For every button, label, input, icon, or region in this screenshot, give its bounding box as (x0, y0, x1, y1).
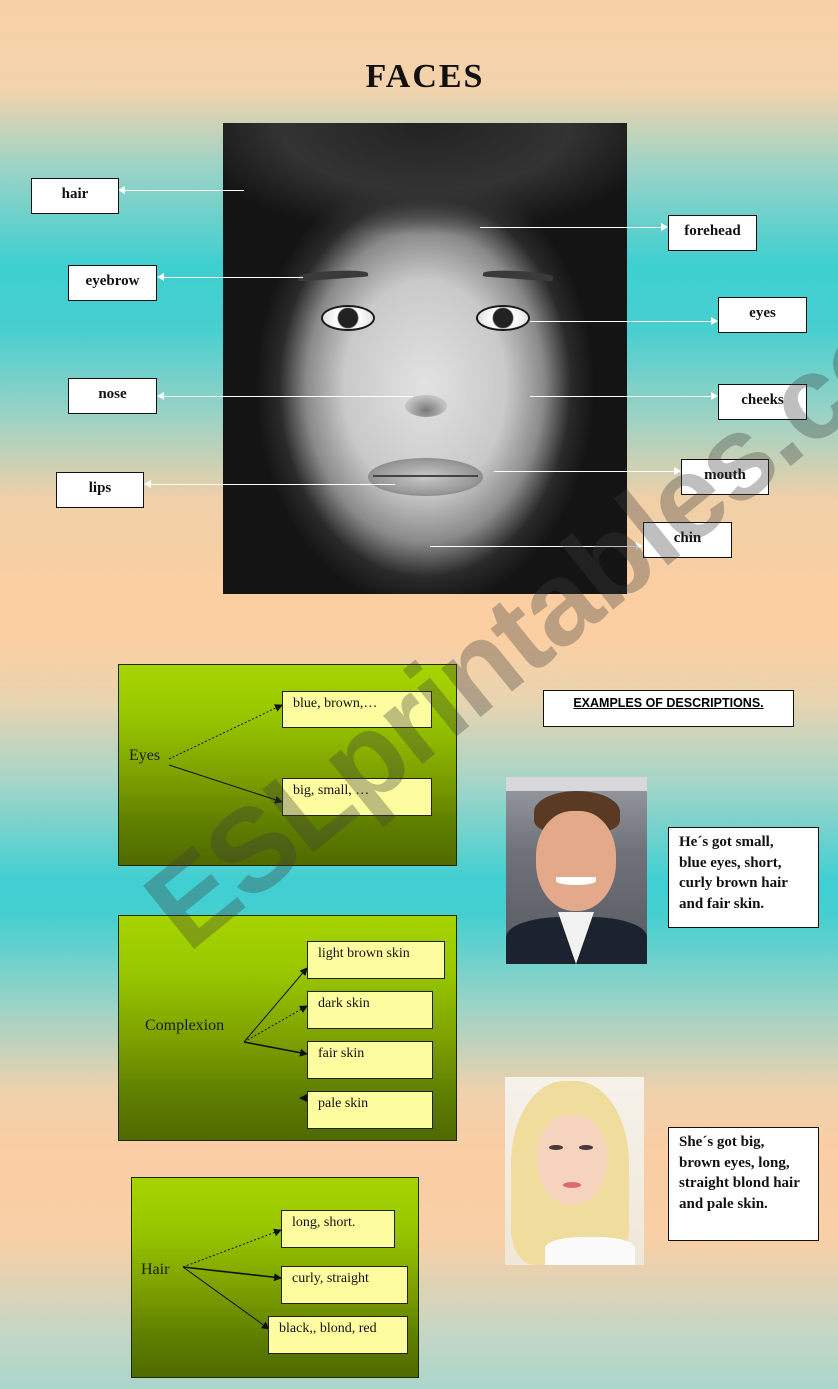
man-photo (506, 777, 647, 964)
label-mouth: mouth (681, 459, 769, 495)
complexion-option: light brown skin (307, 941, 445, 979)
pointer-hair (124, 190, 244, 191)
arrow-eyes-color (168, 704, 283, 760)
arrow-texture (182, 1266, 282, 1282)
woman-description-line: brown eyes, long, (679, 1154, 790, 1171)
man-description-line: and fair skin. (679, 895, 765, 912)
arrow-eyes-size (168, 764, 283, 804)
page-title: FACES (365, 58, 485, 95)
label-lips: lips (56, 472, 144, 508)
man-description: He´s got small, blue eyes, short, curly … (668, 827, 819, 928)
woman-lips (563, 1182, 581, 1188)
arrow-eyebrow-icon (157, 273, 164, 281)
complexion-option: pale skin (307, 1091, 433, 1129)
arrow-pale-icon (299, 1094, 307, 1102)
eyes-option: blue, brown,… (282, 691, 432, 728)
man-photo-backdrop-sign (506, 777, 647, 791)
arrow-chin-icon (636, 542, 643, 550)
photo-nose (405, 395, 447, 417)
arrow-lips-icon (144, 480, 151, 488)
arrow-color (182, 1266, 270, 1330)
pointer-nose (163, 396, 413, 397)
pointer-lips (150, 484, 395, 485)
pointer-chin (430, 546, 637, 547)
photo-right-eye (476, 305, 530, 331)
woman-description-line: and pale skin. (679, 1195, 768, 1212)
pointer-mouth (494, 471, 675, 472)
man-description-line: blue eyes, short, (679, 854, 782, 871)
arrow-hair-icon (118, 186, 125, 194)
eyes-diagram: Eyes blue, brown,… big, small, … (118, 664, 457, 866)
photo-left-eye (321, 305, 375, 331)
woman-description: She´s got big, brown eyes, long, straigh… (668, 1127, 819, 1241)
complexion-option: dark skin (307, 991, 433, 1029)
examples-heading: EXAMPLES OF DESCRIPTIONS. (543, 690, 794, 727)
pointer-cheeks (530, 396, 712, 397)
arrow-forehead-icon (661, 223, 668, 231)
man-smile (556, 877, 596, 885)
face-photo (223, 123, 627, 594)
label-cheeks: cheeks (718, 384, 807, 420)
woman-description-line: straight blond hair (679, 1175, 800, 1191)
complexion-diagram: Complexion light brown skin dark skin fa… (118, 915, 457, 1141)
hair-diagram: Hair long, short. curly, straight black,… (131, 1177, 419, 1378)
eyes-option: big, small, … (282, 778, 432, 816)
arrow-nose-icon (157, 392, 164, 400)
hair-option: curly, straight (281, 1266, 408, 1304)
woman-photo (505, 1077, 644, 1265)
arrow-dark (243, 1005, 308, 1043)
woman-top (545, 1237, 635, 1265)
complexion-diagram-label: Complexion (145, 1017, 225, 1034)
label-hair: hair (31, 178, 119, 214)
woman-right-eye (579, 1145, 593, 1150)
label-eyes: eyes (718, 297, 807, 333)
pointer-eyes (530, 321, 712, 322)
hair-option: long, short. (281, 1210, 395, 1248)
man-description-line: curly brown hair (679, 875, 788, 891)
woman-description-line: She´s got big, (679, 1134, 765, 1150)
arrow-fair (243, 1041, 308, 1057)
arrow-length (182, 1228, 282, 1268)
woman-face (537, 1115, 607, 1205)
arrow-eyes-icon (711, 317, 718, 325)
hair-option: black,, blond, red (268, 1316, 408, 1354)
photo-right-eyebrow (482, 268, 554, 282)
pointer-eyebrow (163, 277, 303, 278)
label-eyebrow: eyebrow (68, 265, 157, 301)
arrow-mouth-icon (674, 467, 681, 475)
eyes-diagram-label: Eyes (129, 747, 161, 764)
arrow-cheeks-icon (711, 392, 718, 400)
photo-lip-line (373, 475, 478, 477)
label-forehead: forehead (668, 215, 757, 251)
arrow-light-brown (243, 967, 308, 1043)
photo-hair (223, 123, 627, 265)
label-nose: nose (68, 378, 157, 414)
woman-left-eye (549, 1145, 563, 1150)
label-chin: chin (643, 522, 732, 558)
pointer-forehead (480, 227, 662, 228)
photo-lips (368, 458, 483, 496)
man-face (536, 811, 616, 911)
photo-left-eyebrow (297, 268, 369, 282)
complexion-option: fair skin (307, 1041, 433, 1079)
hair-diagram-label: Hair (141, 1261, 170, 1278)
man-description-line: He´s got small, (679, 834, 774, 850)
